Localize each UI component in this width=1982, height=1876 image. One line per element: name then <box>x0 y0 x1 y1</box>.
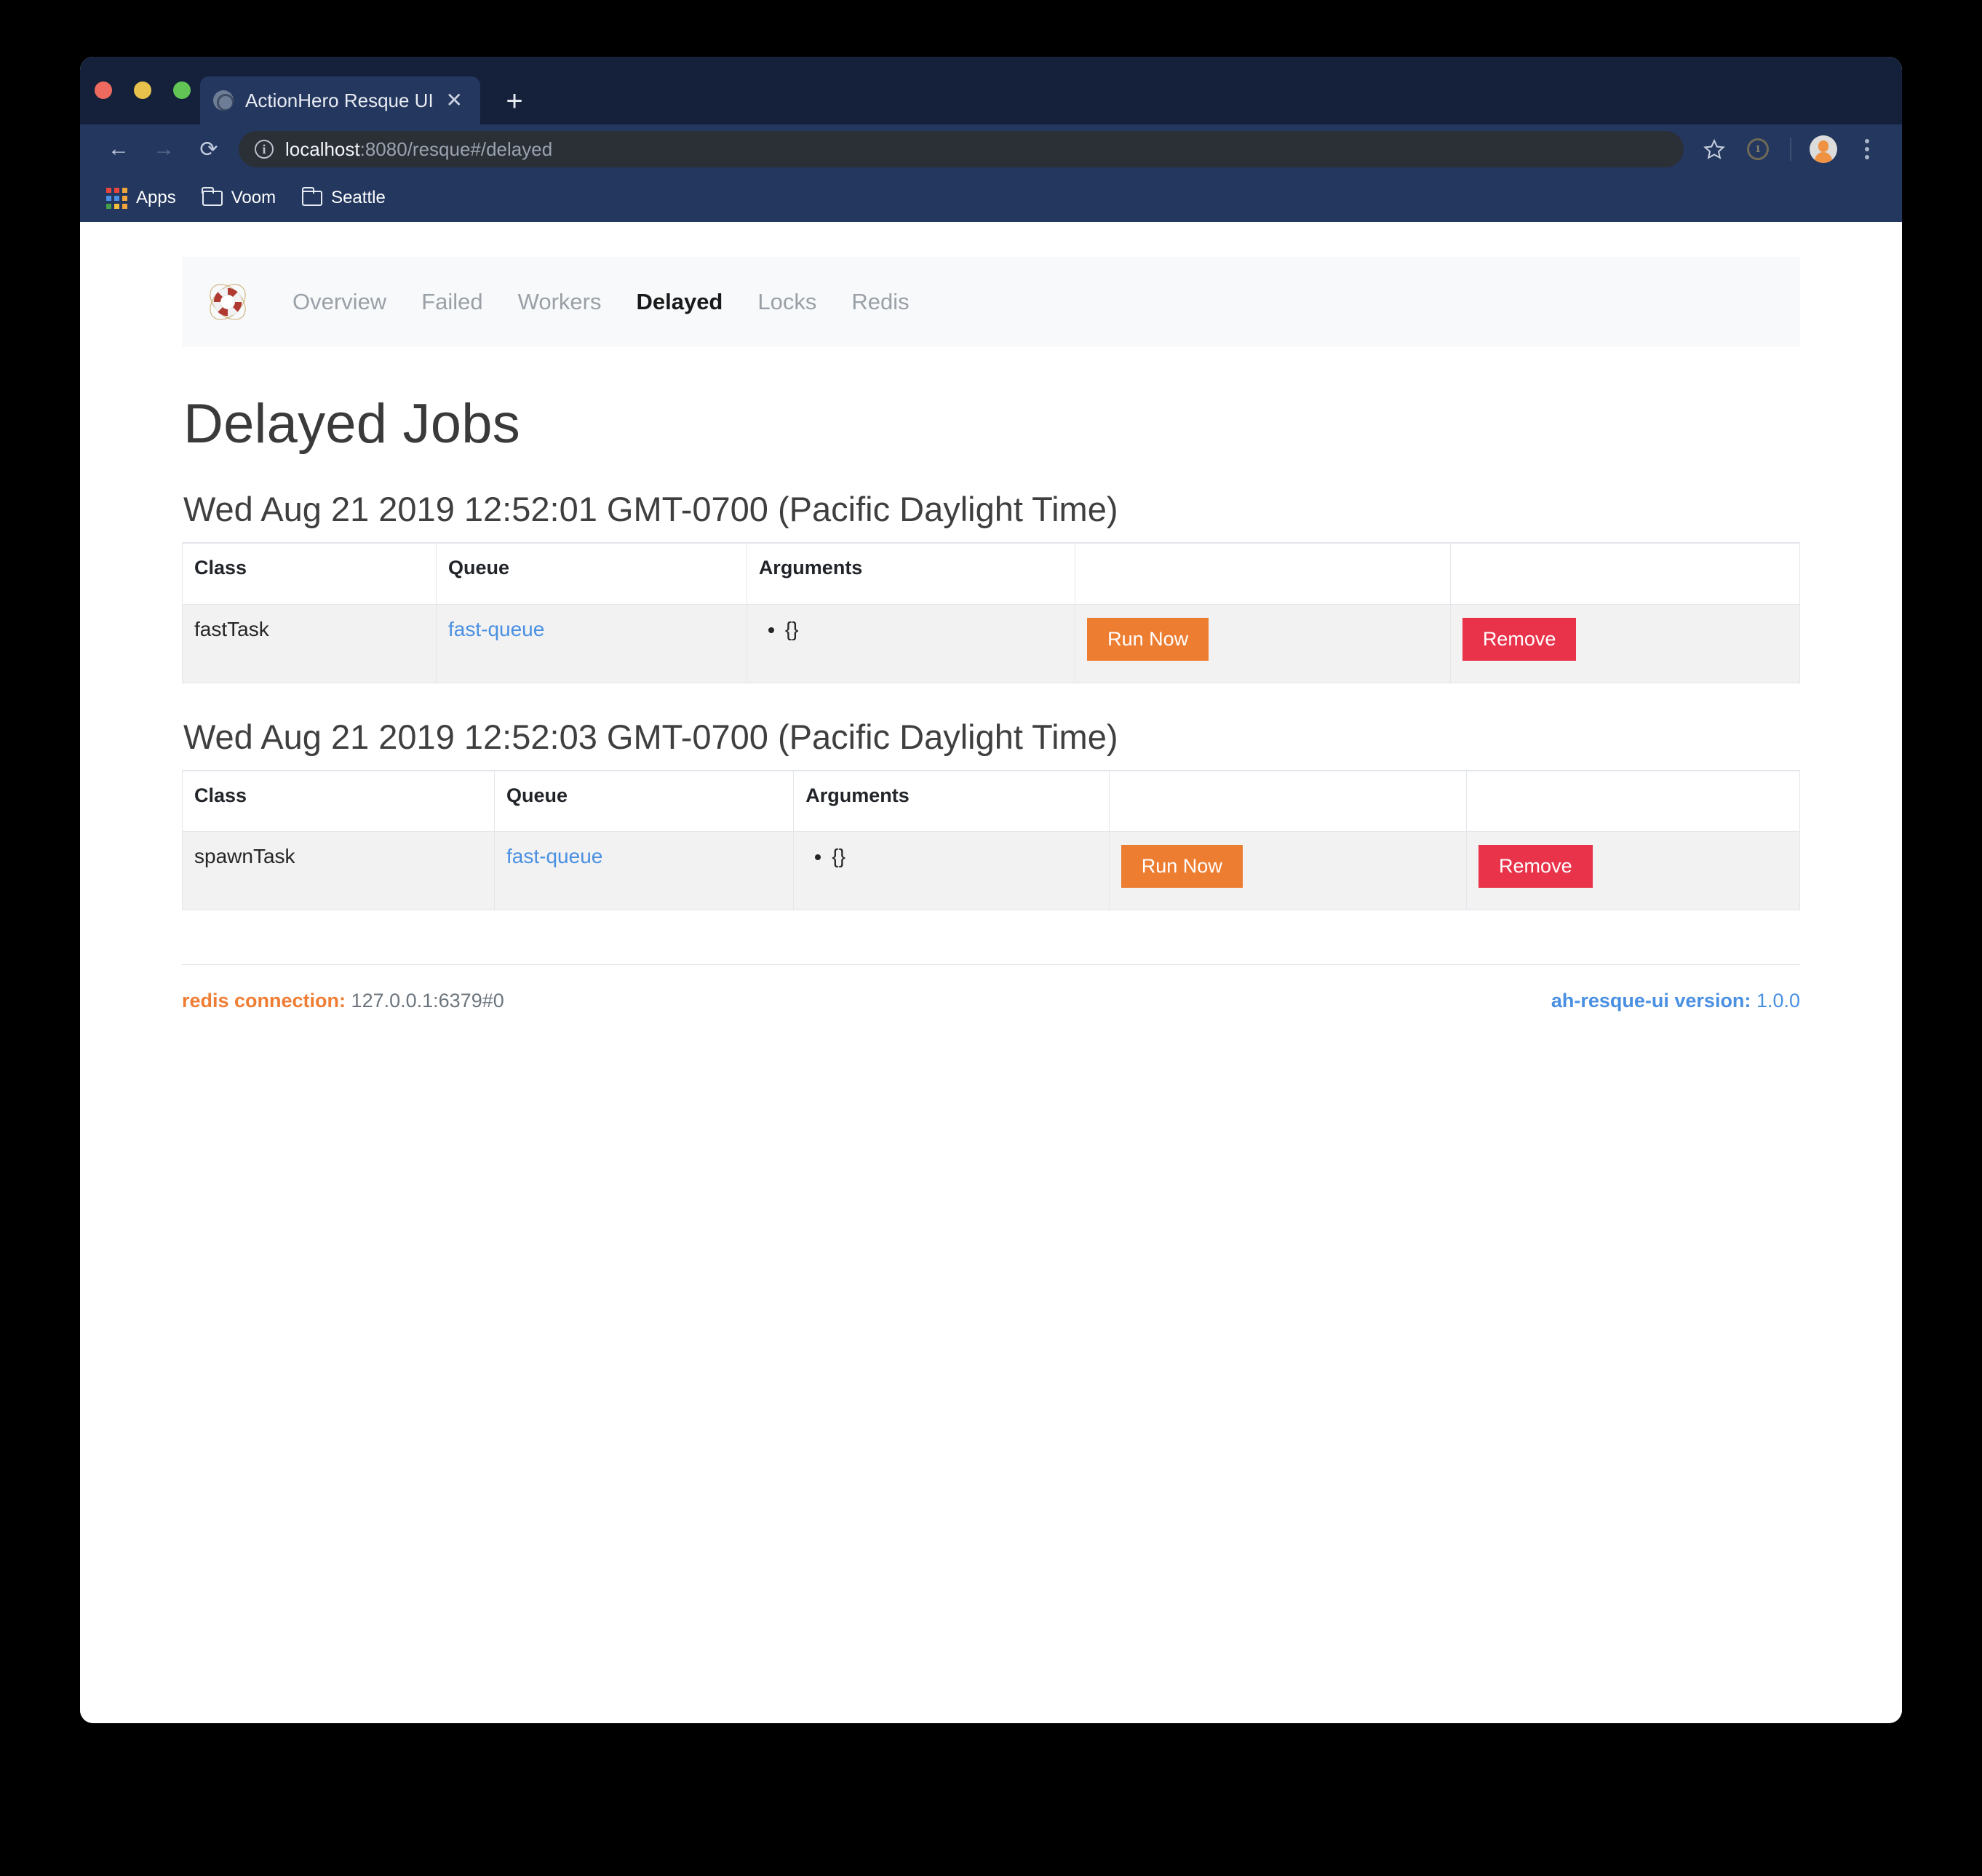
table-header-row: Class Queue Arguments <box>182 542 1801 605</box>
close-window-button[interactable] <box>95 82 112 99</box>
column-header-arguments: Arguments <box>746 542 1076 605</box>
queue-link[interactable]: fast-queue <box>448 618 544 640</box>
cell-class: fastTask <box>182 603 437 683</box>
app-navbar: Overview Failed Workers Delayed Locks Re… <box>182 257 1800 347</box>
run-now-button[interactable]: Run Now <box>1087 617 1209 661</box>
column-header-remove <box>1466 769 1800 832</box>
minimize-window-button[interactable] <box>134 82 151 99</box>
bookmark-label: Voom <box>231 188 276 207</box>
delayed-jobs-table: Class Queue Arguments spawnTask fast-que… <box>181 769 1800 910</box>
cell-class: spawnTask <box>181 831 496 910</box>
page-container: Overview Failed Workers Delayed Locks Re… <box>181 222 1801 1012</box>
cell-run-action: Run Now <box>1075 603 1451 683</box>
url-host: localhost <box>285 138 360 160</box>
browser-toolbar: ← → ⟳ i localhost:8080/resque#/delayed 1 <box>80 124 1902 174</box>
argument-item: {} <box>832 845 1097 868</box>
toolbar-divider <box>1790 138 1791 161</box>
argument-item: {} <box>785 618 1063 641</box>
page-footer: redis connection: 127.0.0.1:6379#0 ah-re… <box>182 964 1800 1012</box>
address-bar[interactable]: i localhost:8080/resque#/delayed <box>239 131 1684 167</box>
cell-run-action: Run Now <box>1108 831 1468 910</box>
avatar <box>1810 135 1837 163</box>
bookmark-label: Apps <box>136 188 176 207</box>
nav-link-locks[interactable]: Locks <box>757 289 816 315</box>
browser-menu-button[interactable] <box>1848 132 1886 166</box>
url-path: :8080/resque#/delayed <box>359 138 553 160</box>
delayed-group-heading: Wed Aug 21 2019 12:52:01 GMT-0700 (Pacif… <box>183 490 1118 528</box>
cell-arguments: {} <box>746 603 1076 683</box>
nav-link-overview[interactable]: Overview <box>292 289 386 315</box>
page-viewport: Overview Failed Workers Delayed Locks Re… <box>80 222 1902 1723</box>
run-now-button[interactable]: Run Now <box>1121 845 1243 888</box>
browser-window: ActionHero Resque UI ✕ + ← → ⟳ i localho… <box>80 57 1902 1723</box>
site-info-icon[interactable]: i <box>255 140 274 159</box>
bookmark-apps[interactable]: Apps <box>96 183 186 213</box>
app-nav-links: Overview Failed Workers Delayed Locks Re… <box>292 289 910 315</box>
column-header-run <box>1108 769 1468 832</box>
delayed-group-heading: Wed Aug 21 2019 12:52:03 GMT-0700 (Pacif… <box>183 717 1118 756</box>
table-row: fastTask fast-queue {} Run Now <box>182 603 1801 683</box>
nav-link-redis[interactable]: Redis <box>851 289 909 315</box>
nav-link-workers[interactable]: Workers <box>518 289 602 315</box>
cell-remove-action: Remove <box>1449 603 1801 683</box>
version-label: ah-resque-ui version: <box>1551 990 1751 1011</box>
redis-connection-info: redis connection: 127.0.0.1:6379#0 <box>182 990 504 1012</box>
queue-link[interactable]: fast-queue <box>506 845 602 867</box>
redis-connection-value: 127.0.0.1:6379#0 <box>351 990 504 1011</box>
column-header-queue: Queue <box>494 769 795 832</box>
table-header-row: Class Queue Arguments <box>181 769 1800 832</box>
table-row: spawnTask fast-queue {} Run Now <box>181 831 1800 910</box>
1password-icon[interactable]: 1 <box>1739 132 1777 166</box>
browser-tab-title: ActionHero Resque UI <box>245 89 434 111</box>
nav-link-delayed[interactable]: Delayed <box>636 289 723 315</box>
url-text: localhost:8080/resque#/delayed <box>285 138 552 161</box>
folder-icon <box>202 186 223 206</box>
lifebuoy-logo-icon[interactable] <box>205 279 250 325</box>
cell-remove-action: Remove <box>1466 831 1800 910</box>
browser-tab-strip: ActionHero Resque UI ✕ + <box>80 57 1902 124</box>
apps-grid-icon <box>106 187 127 209</box>
column-header-arguments: Arguments <box>793 769 1110 832</box>
window-traffic-lights <box>95 82 191 99</box>
column-header-queue: Queue <box>436 542 747 605</box>
bookmark-label: Seattle <box>331 188 386 207</box>
column-header-class: Class <box>182 542 437 605</box>
bookmark-star-icon[interactable] <box>1695 132 1733 166</box>
nav-link-failed[interactable]: Failed <box>421 289 482 315</box>
cell-queue: fast-queue <box>436 603 747 683</box>
lifebuoy-favicon-icon <box>213 90 234 111</box>
remove-button[interactable]: Remove <box>1462 617 1577 661</box>
browser-tab[interactable]: ActionHero Resque UI ✕ <box>200 76 480 124</box>
menu-dots-icon <box>1865 139 1869 159</box>
column-header-run <box>1075 542 1451 605</box>
close-icon[interactable]: ✕ <box>442 90 467 111</box>
new-tab-button[interactable]: + <box>498 87 530 116</box>
delayed-jobs-table: Class Queue Arguments fastTask fast-queu… <box>182 542 1801 683</box>
bookmark-voom[interactable]: Voom <box>192 183 286 212</box>
version-info: ah-resque-ui version: 1.0.0 <box>1551 990 1800 1012</box>
remove-button[interactable]: Remove <box>1478 845 1593 888</box>
toolbar-right-icons: 1 <box>1695 132 1886 166</box>
redis-connection-label: redis connection: <box>182 990 346 1011</box>
column-header-class: Class <box>181 769 496 832</box>
column-header-remove <box>1449 542 1801 605</box>
profile-avatar[interactable] <box>1804 132 1842 166</box>
reload-button[interactable]: ⟳ <box>186 132 231 166</box>
bookmark-seattle[interactable]: Seattle <box>292 183 396 212</box>
forward-button[interactable]: → <box>141 132 186 166</box>
folder-icon <box>301 186 323 206</box>
cell-arguments: {} <box>793 831 1110 910</box>
arguments-list: {} <box>805 845 1097 868</box>
page-title: Delayed Jobs <box>183 393 520 455</box>
cell-queue: fast-queue <box>494 831 795 910</box>
bookmarks-bar: Apps Voom Seattle <box>80 174 1902 222</box>
maximize-window-button[interactable] <box>173 82 191 99</box>
back-button[interactable]: ← <box>96 132 141 166</box>
arguments-list: {} <box>759 618 1063 641</box>
version-value: 1.0.0 <box>1756 990 1800 1011</box>
